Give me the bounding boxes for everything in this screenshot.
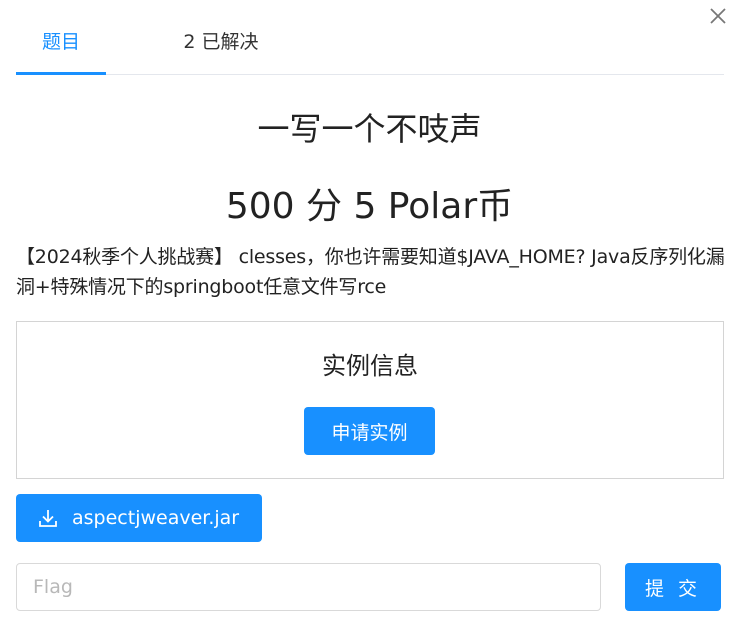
challenge-score: 500 分 5 Polar币 [225, 186, 514, 227]
apply-instance-button[interactable]: 申请实例 [304, 407, 435, 455]
download-attachment-button[interactable]: aspectjweaver.jar [16, 494, 262, 542]
tab-challenge[interactable]: 题目 [16, 20, 106, 75]
flag-input[interactable] [16, 563, 601, 611]
submit-button[interactable]: 提 交 [625, 563, 721, 611]
challenge-description: 【2024秋季个人挑战赛】 clesses，你也许需要知道$JAVA_HOME?… [16, 246, 725, 298]
attachment-filename: aspectjweaver.jar [72, 507, 240, 529]
instance-title: 实例信息 [322, 352, 418, 380]
tab-bar: 题目 2 已解决 [16, 20, 724, 75]
instance-panel: 实例信息 申请实例 [16, 321, 724, 479]
challenge-title: 一写一个不吱声 [257, 110, 482, 148]
download-icon [38, 507, 60, 529]
tab-solved[interactable]: 2 已解决 [171, 20, 271, 74]
